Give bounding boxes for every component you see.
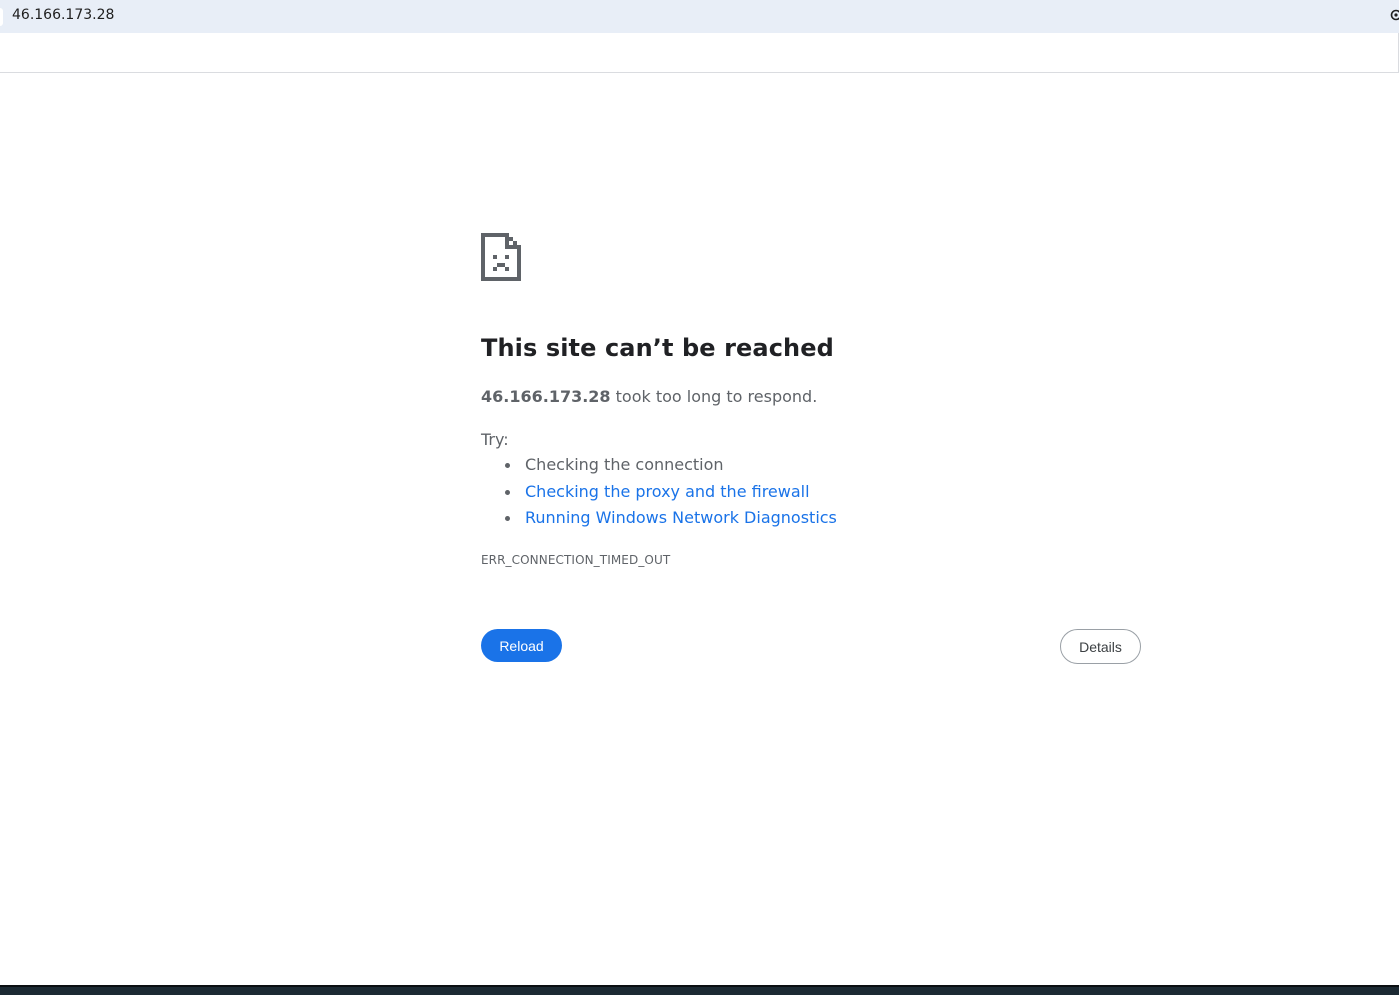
suggestion-network-diagnostics-link[interactable]: Running Windows Network Diagnostics: [505, 507, 837, 534]
toolbar-strip: [0, 33, 1399, 73]
taskbar-edge: [0, 985, 1399, 995]
suggestions-list: Checking the connection Checking the pro…: [481, 454, 837, 534]
details-button[interactable]: Details: [1060, 629, 1141, 664]
suggestion-check-proxy-link[interactable]: Checking the proxy and the firewall: [505, 481, 837, 508]
address-url[interactable]: 46.166.173.28: [12, 7, 114, 23]
reload-button[interactable]: Reload: [481, 629, 562, 662]
error-summary: 46.166.173.28 took too long to respond.: [481, 387, 817, 406]
error-code: ERR_CONNECTION_TIMED_OUT: [481, 553, 671, 567]
summary-text: took too long to respond.: [610, 387, 818, 406]
page-title: This site can’t be reached: [481, 334, 834, 362]
try-label: Try:: [481, 430, 509, 449]
site-info-icon[interactable]: [1390, 9, 1399, 21]
tab-edge: [0, 8, 3, 26]
summary-host: 46.166.173.28: [481, 387, 611, 406]
address-bar[interactable]: 46.166.173.28: [0, 0, 1399, 33]
suggestion-check-connection: Checking the connection: [505, 454, 837, 481]
sad-page-icon: [481, 233, 521, 281]
